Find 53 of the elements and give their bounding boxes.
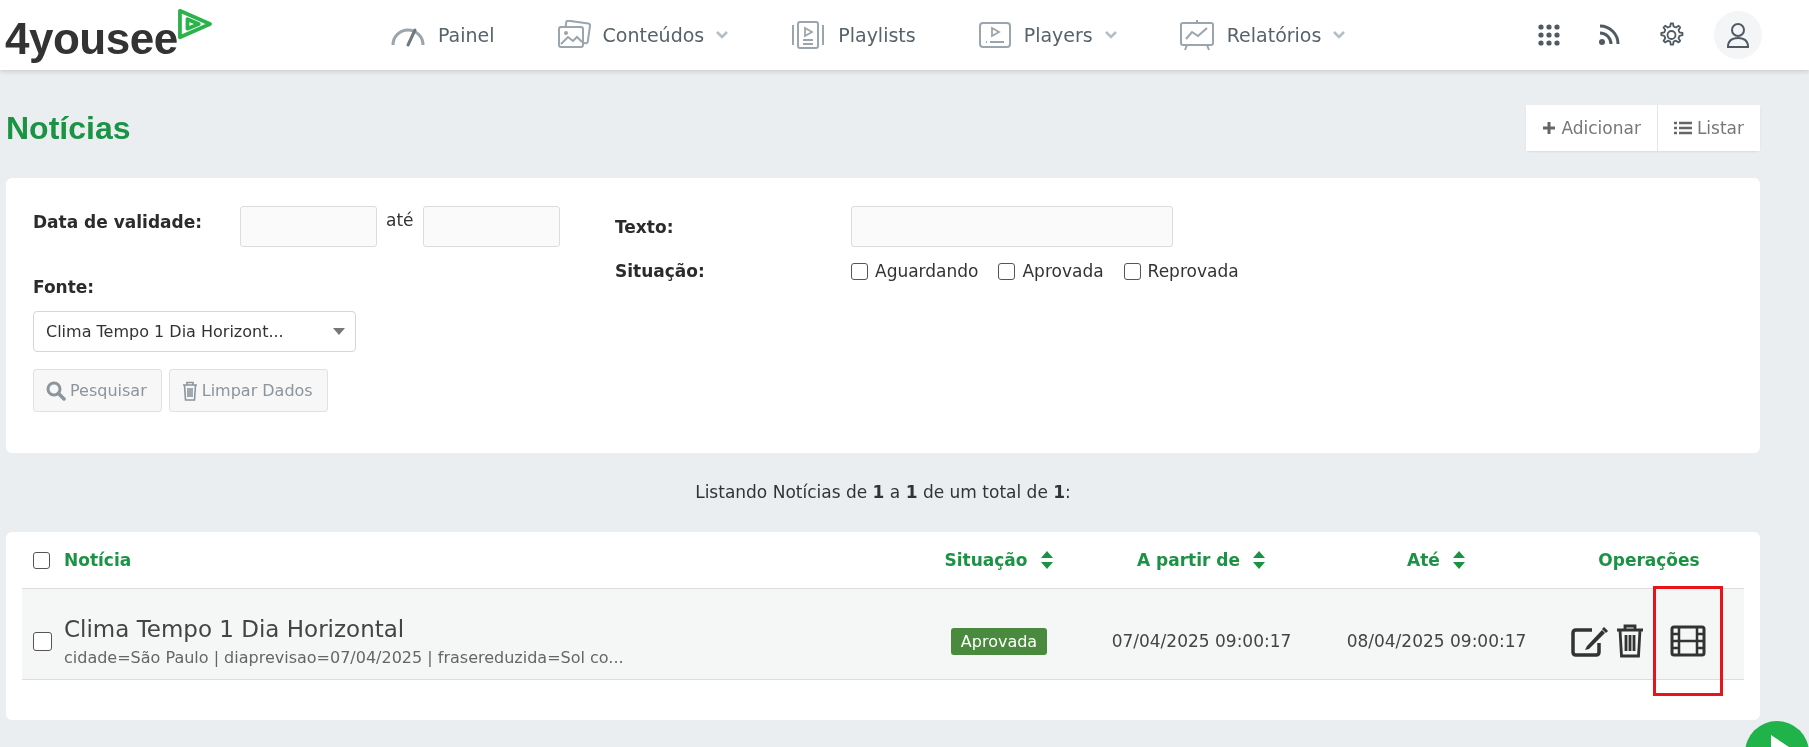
column-header[interactable]: Até <box>1319 550 1554 570</box>
nav-link[interactable]: Playlists <box>790 20 916 50</box>
source-select[interactable]: Clima Tempo 1 Dia Horizont... <box>33 311 356 352</box>
nav-link[interactable]: Players <box>977 21 1117 49</box>
page-title: Notícias <box>6 109 131 147</box>
list-icon <box>1673 121 1692 135</box>
row-checkbox[interactable] <box>33 631 52 651</box>
player-screen-icon <box>977 21 1012 49</box>
edit-icon[interactable] <box>1570 624 1610 658</box>
news-details: cidade=São Paulo | diaprevisao=07/04/2025 | frasereduzida=Sol co... <box>64 647 625 667</box>
field-label: Situação: <box>615 261 706 281</box>
logo[interactable]: 4yousee <box>5 14 178 64</box>
column-header: Operações <box>1597 550 1701 570</box>
chart-board-icon <box>1178 19 1215 51</box>
rss-icon[interactable] <box>1598 24 1620 46</box>
status-checkbox[interactable]: Aguardando <box>851 261 979 281</box>
search-icon <box>46 380 66 401</box>
user-avatar-button[interactable] <box>1714 11 1762 59</box>
text-field[interactable] <box>851 206 1173 247</box>
images-icon <box>556 20 591 50</box>
plus-icon <box>1542 121 1557 135</box>
column-header[interactable]: Situação <box>914 550 1084 570</box>
field-label: Fonte: <box>33 277 96 297</box>
select-all-checkbox[interactable] <box>33 551 50 569</box>
nav-link[interactable]: Relatórios <box>1178 19 1346 51</box>
field-label: Texto: <box>615 216 675 237</box>
status-badge: Aprovada <box>950 627 1048 655</box>
table-cell: 07/04/2025 09:00:17 <box>1111 631 1292 651</box>
toolbar-button[interactable]: Listar <box>1657 105 1760 151</box>
film-icon[interactable] <box>1670 625 1706 657</box>
news-title: Clima Tempo 1 Dia Horizontal <box>64 615 406 642</box>
date-field[interactable] <box>422 206 560 247</box>
status-checkbox[interactable]: Aprovada <box>998 261 1104 281</box>
chat-bubble-icon[interactable] <box>1745 721 1809 747</box>
column-header[interactable]: A partir de <box>1084 550 1319 570</box>
settings-icon[interactable] <box>1658 22 1684 48</box>
caret-icon <box>333 328 345 335</box>
apps-grid-icon[interactable] <box>1538 24 1560 46</box>
playlist-icon <box>790 20 827 50</box>
play-logo-icon <box>175 8 214 40</box>
user-icon <box>1726 22 1750 48</box>
status-checkbox[interactable]: Reprovada <box>1123 261 1239 281</box>
trash-icon <box>181 380 198 401</box>
results-summary: Listando Notícias de 1 a 1 de um total de 1: <box>694 481 1072 504</box>
trash-icon[interactable] <box>1616 624 1644 658</box>
date-field[interactable] <box>240 206 377 247</box>
nav-link[interactable]: Painel <box>390 23 495 47</box>
range-label: até <box>386 210 414 230</box>
table-cell: 08/04/2025 09:00:17 <box>1346 631 1527 651</box>
toolbar-button[interactable]: Adicionar <box>1526 105 1658 151</box>
column-header: Notícia <box>64 550 133 570</box>
nav-link[interactable]: Conteúdos <box>556 20 729 50</box>
field-label: Data de validade: <box>33 212 204 232</box>
